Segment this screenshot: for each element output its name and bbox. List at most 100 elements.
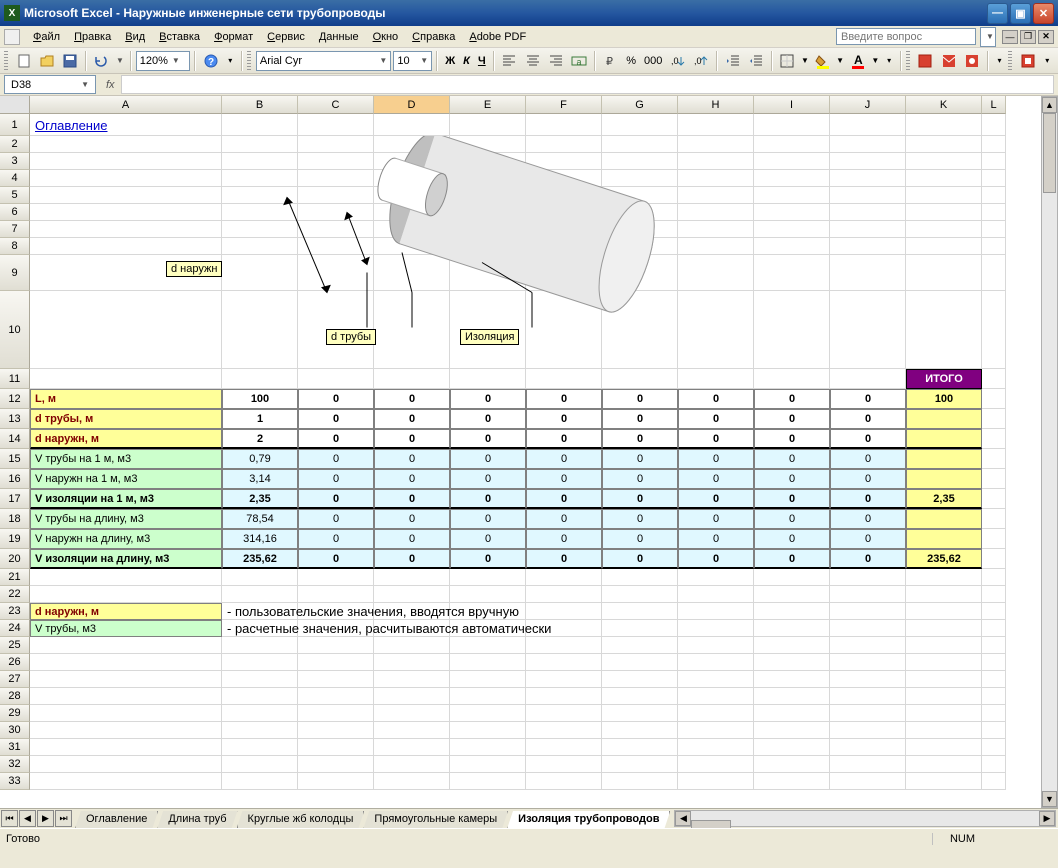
row-header-23[interactable]: 23 bbox=[0, 603, 30, 620]
select-all-corner[interactable] bbox=[0, 96, 30, 114]
toolbar-grip[interactable] bbox=[1008, 51, 1012, 71]
menu-вставка[interactable]: Вставка bbox=[152, 29, 207, 45]
row-header-24[interactable]: 24 bbox=[0, 620, 30, 637]
fx-label[interactable]: fx bbox=[106, 79, 115, 91]
toolbar-grip[interactable] bbox=[906, 51, 910, 71]
pdf-convert-button[interactable] bbox=[915, 50, 936, 72]
cell-F12[interactable]: 0 bbox=[526, 389, 602, 409]
cell-G15[interactable]: 0 bbox=[602, 449, 678, 469]
menu-файл[interactable]: Файл bbox=[26, 29, 67, 45]
cell-C16[interactable]: 0 bbox=[298, 469, 374, 489]
cell-B14[interactable]: 2 bbox=[222, 429, 298, 449]
cell-D19[interactable]: 0 bbox=[374, 529, 450, 549]
cell-C17[interactable]: 0 bbox=[298, 489, 374, 509]
thousands-button[interactable]: 000 bbox=[641, 50, 665, 72]
cell-B15[interactable]: 0,79 bbox=[222, 449, 298, 469]
sheet-tab-0[interactable]: Оглавление bbox=[75, 811, 158, 829]
tab-nav-2[interactable]: ▶ bbox=[37, 810, 54, 827]
scroll-right-button[interactable]: ▶ bbox=[1039, 811, 1055, 826]
fill-dropdown[interactable]: ▼ bbox=[835, 50, 845, 72]
cell-J16[interactable]: 0 bbox=[830, 469, 906, 489]
cell-H14[interactable]: 0 bbox=[678, 429, 754, 449]
cell-A17[interactable]: V изоляции на 1 м, м3 bbox=[30, 489, 222, 509]
menu-вид[interactable]: Вид bbox=[118, 29, 152, 45]
cell-I15[interactable]: 0 bbox=[754, 449, 830, 469]
cell-D14[interactable]: 0 bbox=[374, 429, 450, 449]
borders-button[interactable] bbox=[777, 50, 798, 72]
cell-H12[interactable]: 0 bbox=[678, 389, 754, 409]
cell-H13[interactable]: 0 bbox=[678, 409, 754, 429]
cell-E13[interactable]: 0 bbox=[450, 409, 526, 429]
save-button[interactable] bbox=[59, 50, 80, 72]
cell-J20[interactable]: 0 bbox=[830, 549, 906, 569]
cell-I16[interactable]: 0 bbox=[754, 469, 830, 489]
row-header-13[interactable]: 13 bbox=[0, 409, 30, 429]
cell-A13[interactable]: d трубы, м bbox=[30, 409, 222, 429]
menu-формат[interactable]: Формат bbox=[207, 29, 260, 45]
cell-I20[interactable]: 0 bbox=[754, 549, 830, 569]
cell-A12[interactable]: L, м bbox=[30, 389, 222, 409]
cell-H20[interactable]: 0 bbox=[678, 549, 754, 569]
cell-G18[interactable]: 0 bbox=[602, 509, 678, 529]
scroll-down-button[interactable]: ▼ bbox=[1042, 791, 1057, 807]
cell-A18[interactable]: V трубы на длину, м3 bbox=[30, 509, 222, 529]
cell-F14[interactable]: 0 bbox=[526, 429, 602, 449]
col-header-F[interactable]: F bbox=[526, 96, 602, 114]
cell-H17[interactable]: 0 bbox=[678, 489, 754, 509]
row-header-21[interactable]: 21 bbox=[0, 569, 30, 586]
cell-E14[interactable]: 0 bbox=[450, 429, 526, 449]
cell-J13[interactable]: 0 bbox=[830, 409, 906, 429]
cell-G19[interactable]: 0 bbox=[602, 529, 678, 549]
row-header-29[interactable]: 29 bbox=[0, 705, 30, 722]
row-header-16[interactable]: 16 bbox=[0, 469, 30, 489]
row-header-30[interactable]: 30 bbox=[0, 722, 30, 739]
doc-close-button[interactable]: ✕ bbox=[1038, 30, 1054, 44]
font-size-combo[interactable]: 10▼ bbox=[393, 51, 432, 71]
row-header-1[interactable]: 1 bbox=[0, 114, 30, 136]
pdf-email-button[interactable] bbox=[938, 50, 959, 72]
row-header-28[interactable]: 28 bbox=[0, 688, 30, 705]
close-button[interactable]: ✕ bbox=[1033, 3, 1054, 24]
row-header-6[interactable]: 6 bbox=[0, 204, 30, 221]
cell-E15[interactable]: 0 bbox=[450, 449, 526, 469]
sheet-tab-1[interactable]: Длина труб bbox=[157, 811, 237, 829]
sheet-tab-3[interactable]: Прямоугольные камеры bbox=[363, 811, 508, 829]
undo-button[interactable] bbox=[91, 50, 112, 72]
cell-K17[interactable]: 2,35 bbox=[906, 489, 982, 509]
row-header-17[interactable]: 17 bbox=[0, 489, 30, 509]
row-header-33[interactable]: 33 bbox=[0, 773, 30, 790]
italic-button[interactable]: К bbox=[460, 50, 473, 72]
toolbar-options-4[interactable]: ▾ bbox=[1040, 50, 1054, 72]
zoom-combo[interactable]: 120%▼ bbox=[136, 51, 190, 71]
row-header-12[interactable]: 12 bbox=[0, 389, 30, 409]
bold-button[interactable]: Ж bbox=[442, 50, 458, 72]
cell-F13[interactable]: 0 bbox=[526, 409, 602, 429]
cell-F16[interactable]: 0 bbox=[526, 469, 602, 489]
toolbar-grip[interactable] bbox=[4, 51, 8, 71]
cell-J12[interactable]: 0 bbox=[830, 389, 906, 409]
pdf-review-button[interactable] bbox=[961, 50, 982, 72]
cell-C18[interactable]: 0 bbox=[298, 509, 374, 529]
col-header-I[interactable]: I bbox=[754, 96, 830, 114]
cell-D17[interactable]: 0 bbox=[374, 489, 450, 509]
cell-G13[interactable]: 0 bbox=[602, 409, 678, 429]
row-header-8[interactable]: 8 bbox=[0, 238, 30, 255]
cell-A1[interactable]: Оглавление bbox=[30, 114, 222, 136]
cell-B17[interactable]: 2,35 bbox=[222, 489, 298, 509]
cell-K20[interactable]: 235,62 bbox=[906, 549, 982, 569]
cell-H18[interactable]: 0 bbox=[678, 509, 754, 529]
cell-F20[interactable]: 0 bbox=[526, 549, 602, 569]
cell-A14[interactable]: d наружн, м bbox=[30, 429, 222, 449]
name-box[interactable]: D38▼ bbox=[4, 75, 96, 94]
col-header-H[interactable]: H bbox=[678, 96, 754, 114]
increase-decimal-button[interactable]: ,0 bbox=[667, 50, 688, 72]
font-color-dropdown[interactable]: ▼ bbox=[870, 50, 880, 72]
help-dropdown[interactable]: ▼ bbox=[980, 27, 996, 47]
doc-restore-button[interactable]: ❐ bbox=[1020, 30, 1036, 44]
cell-B13[interactable]: 1 bbox=[222, 409, 298, 429]
cell-B24[interactable]: - расчетные значения, расчитываются авто… bbox=[222, 620, 678, 637]
cell-E12[interactable]: 0 bbox=[450, 389, 526, 409]
percent-button[interactable]: % bbox=[623, 50, 639, 72]
cell-K12[interactable]: 100 bbox=[906, 389, 982, 409]
underline-button[interactable]: Ч bbox=[475, 50, 489, 72]
